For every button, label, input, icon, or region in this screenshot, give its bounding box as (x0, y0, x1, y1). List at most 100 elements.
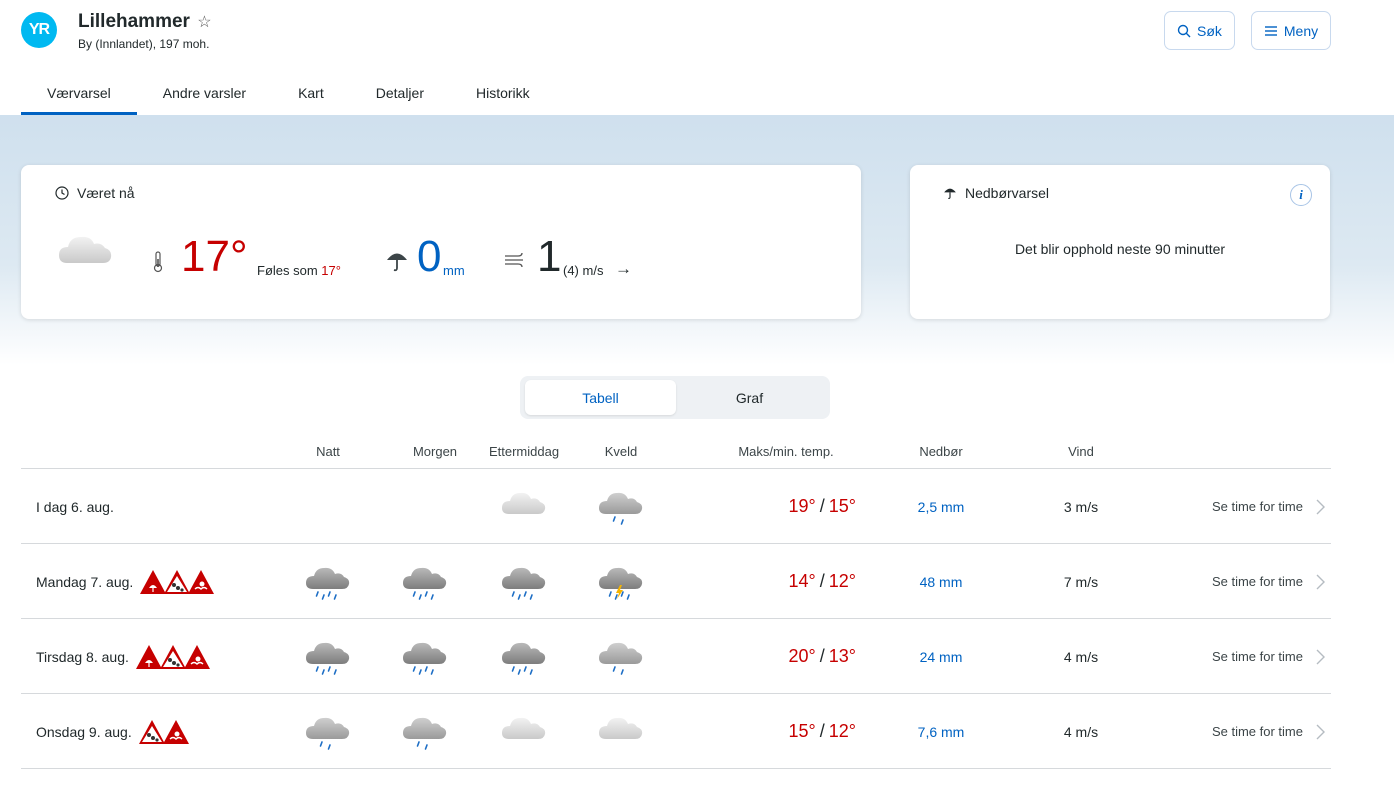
precipitation-value: 48 mm (919, 573, 963, 590)
period-weather-cell (395, 694, 455, 769)
flood-warning-icon[interactable] (187, 569, 215, 595)
precipitation-value: 2,5 mm (917, 498, 965, 515)
precipitation-forecast-heading: Nedbørvarsel (943, 185, 1049, 201)
feels-like-label: Føles som (257, 263, 318, 278)
period-weather-cell (591, 469, 651, 544)
period-weather-cell (591, 694, 651, 769)
wind-value: 7 m/s (1063, 573, 1099, 590)
hour-by-hour-link[interactable]: Se time for time (1161, 619, 1331, 694)
search-button[interactable]: Søk (1164, 11, 1235, 50)
heavy-rain-icon (403, 642, 447, 675)
favorite-star-icon[interactable]: ☆ (197, 14, 211, 31)
menu-label: Meny (1283, 22, 1319, 39)
light-rain-icon (306, 717, 350, 750)
yr-logo[interactable]: YR (21, 12, 57, 48)
hour-by-hour-label: Se time for time (1211, 649, 1303, 664)
tab-andre-varsler[interactable]: Andre varsler (137, 73, 272, 115)
day-cell: Onsdag 9. aug. (36, 694, 190, 769)
view-toggle: Tabell Graf (520, 376, 830, 419)
forecast-row[interactable]: I dag 6. aug. 19°/15° 2,5 mm 3 m/s Se time f… (21, 469, 1331, 544)
heavy-rain-icon (306, 642, 350, 675)
tab-kart[interactable]: Kart (272, 73, 350, 115)
period-weather-cell (591, 619, 651, 694)
hour-by-hour-link[interactable]: Se time for time (1161, 694, 1331, 769)
forecast-row[interactable]: Onsdag 9. aug. 15°/12° 7,6 mm 4 m/s Se time … (21, 694, 1331, 769)
temp-separator: / (819, 496, 825, 516)
temp-cell: 15°/12° (721, 694, 856, 769)
day-label: Mandag 7. aug. (36, 573, 134, 590)
day-cell: Mandag 7. aug. (36, 544, 215, 619)
warning-icons[interactable] (138, 719, 190, 745)
graph-view-button[interactable]: Graf (674, 380, 825, 415)
period-weather-cell (494, 544, 554, 619)
chevron-right-icon (1316, 649, 1325, 664)
period-weather-cell (395, 544, 455, 619)
day-cell: Tirsdag 8. aug. (36, 619, 211, 694)
temp-cell: 14°/12° (721, 544, 856, 619)
thunder-rain-icon (599, 567, 643, 600)
hour-by-hour-label: Se time for time (1211, 499, 1303, 514)
current-weather-card: Været nå 17° Føles som 17° 0 mm 1 (4) m/… (21, 165, 861, 319)
hour-by-hour-link[interactable]: Se time for time (1161, 544, 1331, 619)
header-morning: Morgen (412, 444, 458, 459)
precipitation-forecast-card[interactable]: Nedbørvarsel i Det blir opphold neste 90… (910, 165, 1330, 319)
info-icon[interactable]: i (1290, 184, 1312, 206)
min-temp: 12° (828, 721, 856, 741)
period-weather-cell (494, 469, 554, 544)
min-temp: 12° (828, 571, 856, 591)
max-temp: 19° (788, 496, 816, 516)
cloud-icon (599, 717, 643, 739)
forecast-row[interactable]: Mandag 7. aug. 14°/12° 48 mm 7 m/s Se time f… (21, 544, 1331, 619)
wind-gust: (4) m/s (563, 263, 604, 278)
day-cell: I dag 6. aug. (36, 469, 114, 544)
search-icon (1177, 24, 1191, 37)
header-afternoon: Ettermiddag (488, 444, 560, 459)
forecast-row[interactable]: Tirsdag 8. aug. 20°/13° 24 mm 4 m/s Se time … (21, 619, 1331, 694)
chevron-right-icon (1316, 499, 1325, 514)
tab-vaervarsel[interactable]: Værvarsel (21, 73, 137, 115)
cloud-icon (59, 236, 112, 263)
hamburger-icon (1264, 25, 1277, 36)
wind-value: 4 m/s (1063, 648, 1099, 665)
light-rain-icon (599, 642, 643, 675)
umbrella-icon (387, 253, 407, 272)
tab-historikk[interactable]: Historikk (450, 73, 556, 115)
header-wind: Vind (1068, 444, 1094, 459)
temp-cell: 19°/15° (721, 469, 856, 544)
period-weather-cell (298, 694, 358, 769)
table-view-button[interactable]: Tabell (525, 380, 676, 415)
current-weather-title: Været nå (77, 185, 135, 201)
chevron-right-icon (1316, 574, 1325, 589)
header-night: Natt (316, 444, 340, 459)
period-weather-cell (298, 544, 358, 619)
warning-icons[interactable] (140, 569, 215, 595)
min-temp: 15° (828, 496, 856, 516)
period-weather-cell (395, 619, 455, 694)
max-temp: 20° (788, 646, 816, 666)
temp-separator: / (819, 571, 825, 591)
location-name: Lillehammer (78, 11, 190, 32)
warning-icons[interactable] (135, 644, 211, 670)
period-weather-cell (591, 544, 651, 619)
main-tabs: Værvarsel Andre varsler Kart Detaljer Hi… (21, 73, 556, 115)
min-temp: 13° (828, 646, 856, 666)
menu-button[interactable]: Meny (1251, 11, 1331, 50)
tab-detaljer[interactable]: Detaljer (350, 73, 450, 115)
cloud-icon (502, 717, 546, 739)
hour-by-hour-label: Se time for time (1211, 574, 1303, 589)
max-temp: 14° (788, 571, 816, 591)
header-evening: Kveld (604, 444, 638, 459)
heavy-rain-icon (306, 567, 350, 600)
period-weather-cell (298, 619, 358, 694)
period-weather-cell (494, 694, 554, 769)
flood-warning-icon[interactable] (183, 644, 211, 670)
current-precipitation: 0 (417, 232, 442, 281)
flood-warning-icon[interactable] (162, 719, 190, 745)
heavy-rain-icon (403, 567, 447, 600)
chevron-right-icon (1316, 724, 1325, 739)
wind-direction-arrow-icon: → (615, 259, 632, 278)
search-label: Søk (1197, 22, 1222, 39)
wind-value: 3 m/s (1063, 498, 1099, 515)
hour-by-hour-link[interactable]: Se time for time (1161, 469, 1331, 544)
forecast-table-header: Natt Morgen Ettermiddag Kveld Maks/min. … (21, 435, 1331, 469)
